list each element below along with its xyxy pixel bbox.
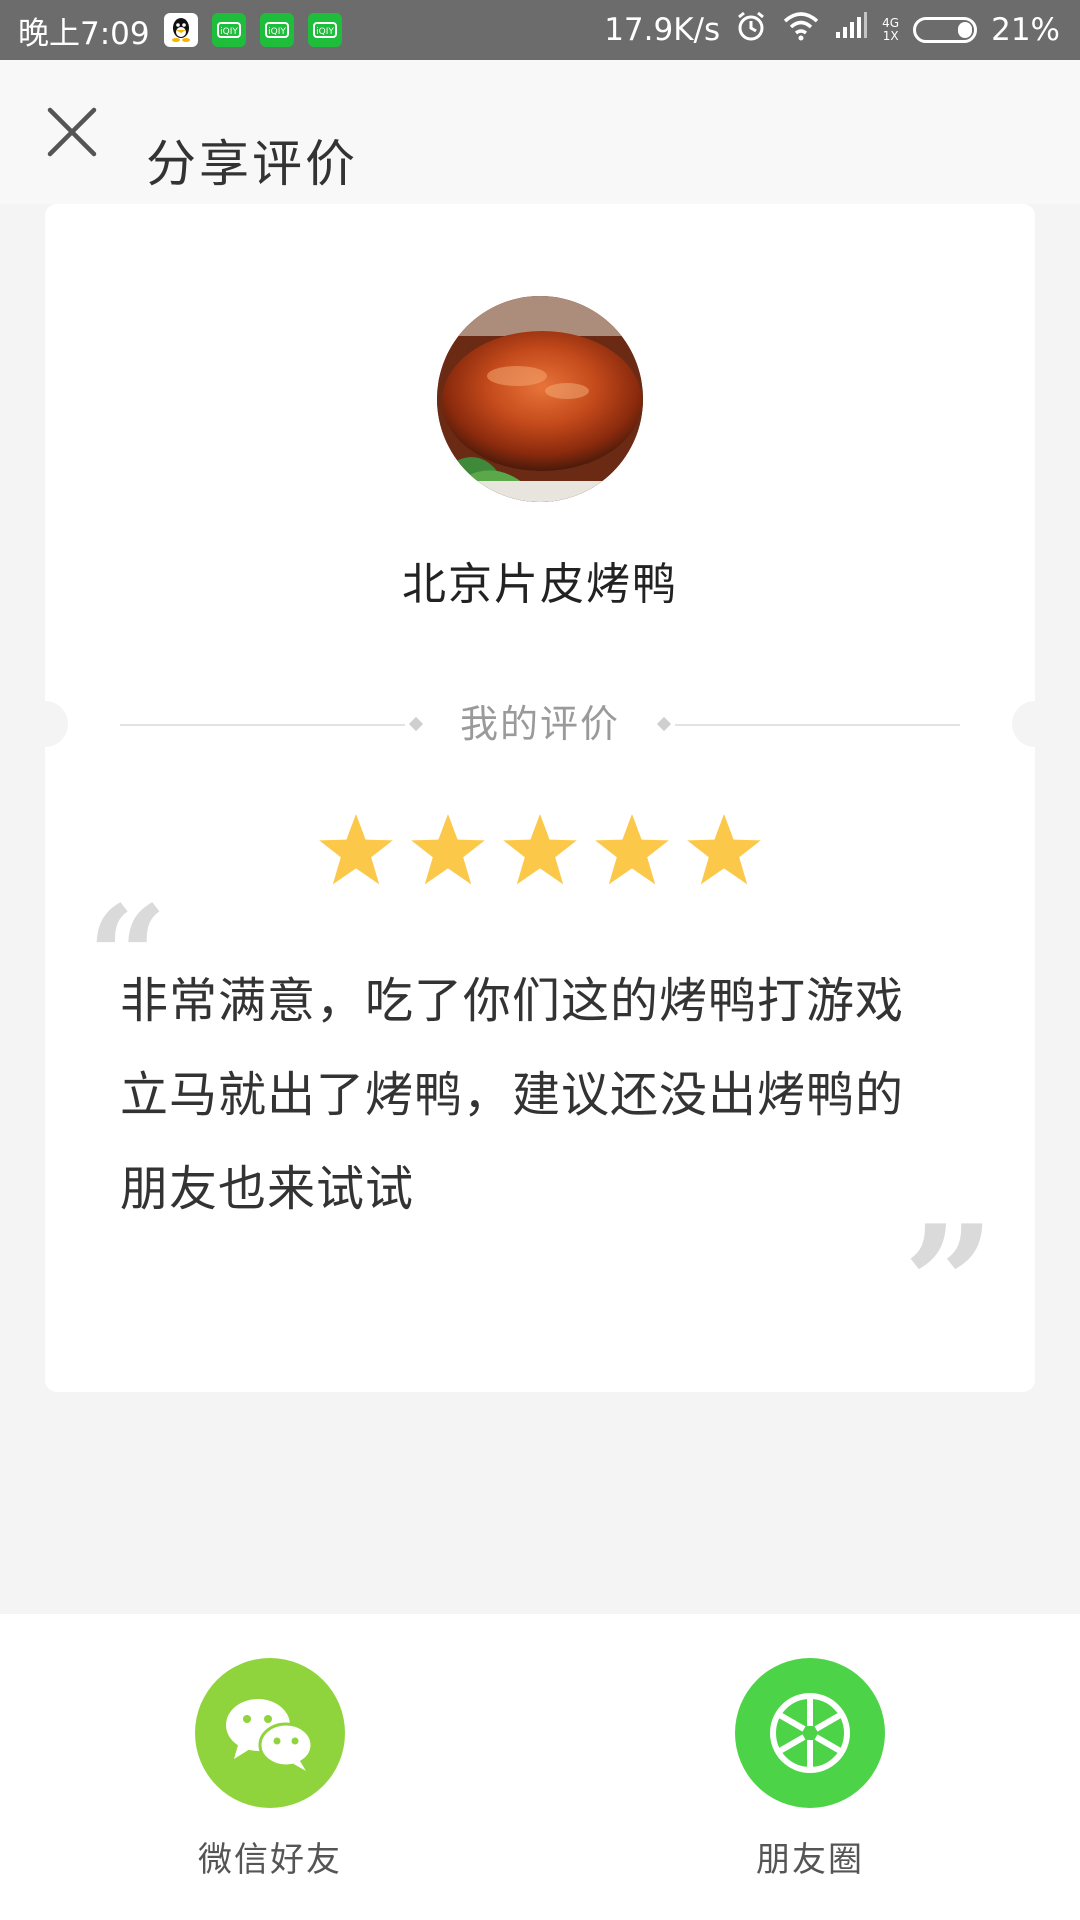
iqiyi-icon: iQIY (211, 13, 246, 47)
wechat-icon (226, 1699, 314, 1771)
dish-avatar (437, 296, 643, 502)
qq-icon (163, 13, 198, 47)
signal-icon (834, 12, 868, 48)
svg-text:iQIY: iQIY (268, 27, 286, 37)
battery-percent: 21% (991, 12, 1060, 48)
star-icon (595, 814, 669, 885)
close-button[interactable] (36, 96, 108, 168)
battery-fill (958, 22, 973, 38)
dish-name: 北京片皮烤鸭 (402, 559, 678, 610)
status-bar-right: 17.9K/s 4G 1X 21% (604, 0, 1060, 60)
status-bar-left: 晚上7:09 iQIY iQIY iQIY (18, 0, 342, 60)
header: 分享评价 (0, 60, 1080, 204)
star-icon (319, 814, 393, 885)
roast-duck-image (437, 296, 643, 502)
star-icon (503, 814, 577, 885)
wifi-icon (782, 11, 820, 49)
review-card: 北京片皮烤鸭 我的评价 “ 非常满意，吃了你们这的烤鸭打游戏立马就出了烤鸭，建议… (22, 204, 1058, 1392)
my-review-divider: 我的评价 (120, 702, 960, 746)
card-notch-right (1012, 701, 1058, 747)
close-quote-icon: ” (902, 1190, 995, 1378)
rating-stars (45, 810, 1035, 890)
moments-aperture-icon (770, 1693, 850, 1773)
review-text: 非常满意，吃了你们这的烤鸭打游戏立马就出了烤鸭，建议还没出烤鸭的朋友也来试试 (120, 973, 905, 1217)
status-time: 晚上7:09 (18, 15, 150, 52)
share-moments-button[interactable]: 朋友圈 (700, 1658, 920, 1881)
close-icon (47, 107, 97, 157)
star-icon (687, 814, 761, 885)
iqiyi-icon: iQIY (259, 13, 294, 47)
wechat-circle[interactable] (195, 1658, 345, 1808)
page-title: 分享评价 (146, 135, 358, 193)
moments-circle[interactable] (735, 1658, 885, 1808)
share-bar: 微信好友 朋友圈 (0, 1614, 1080, 1920)
share-wechat-button[interactable]: 微信好友 (160, 1658, 380, 1881)
card-notch-left (22, 701, 68, 747)
net-speed: 17.9K/s (604, 12, 721, 48)
status-bar: 晚上7:09 iQIY iQIY iQIY 17.9K/s 4G 1X 21% (0, 0, 1080, 60)
network-type-bottom: 1X (882, 29, 899, 43)
svg-text:iQIY: iQIY (220, 27, 238, 37)
network-type: 4G 1X (882, 17, 899, 43)
share-moments-label: 朋友圈 (756, 1840, 864, 1880)
star-icon (411, 814, 485, 885)
battery-icon (913, 17, 978, 43)
alarm-icon (734, 9, 768, 51)
iqiyi-icon: iQIY (307, 13, 342, 47)
divider-line-right (675, 724, 960, 726)
svg-text:iQIY: iQIY (316, 27, 334, 37)
share-wechat-label: 微信好友 (198, 1840, 342, 1880)
